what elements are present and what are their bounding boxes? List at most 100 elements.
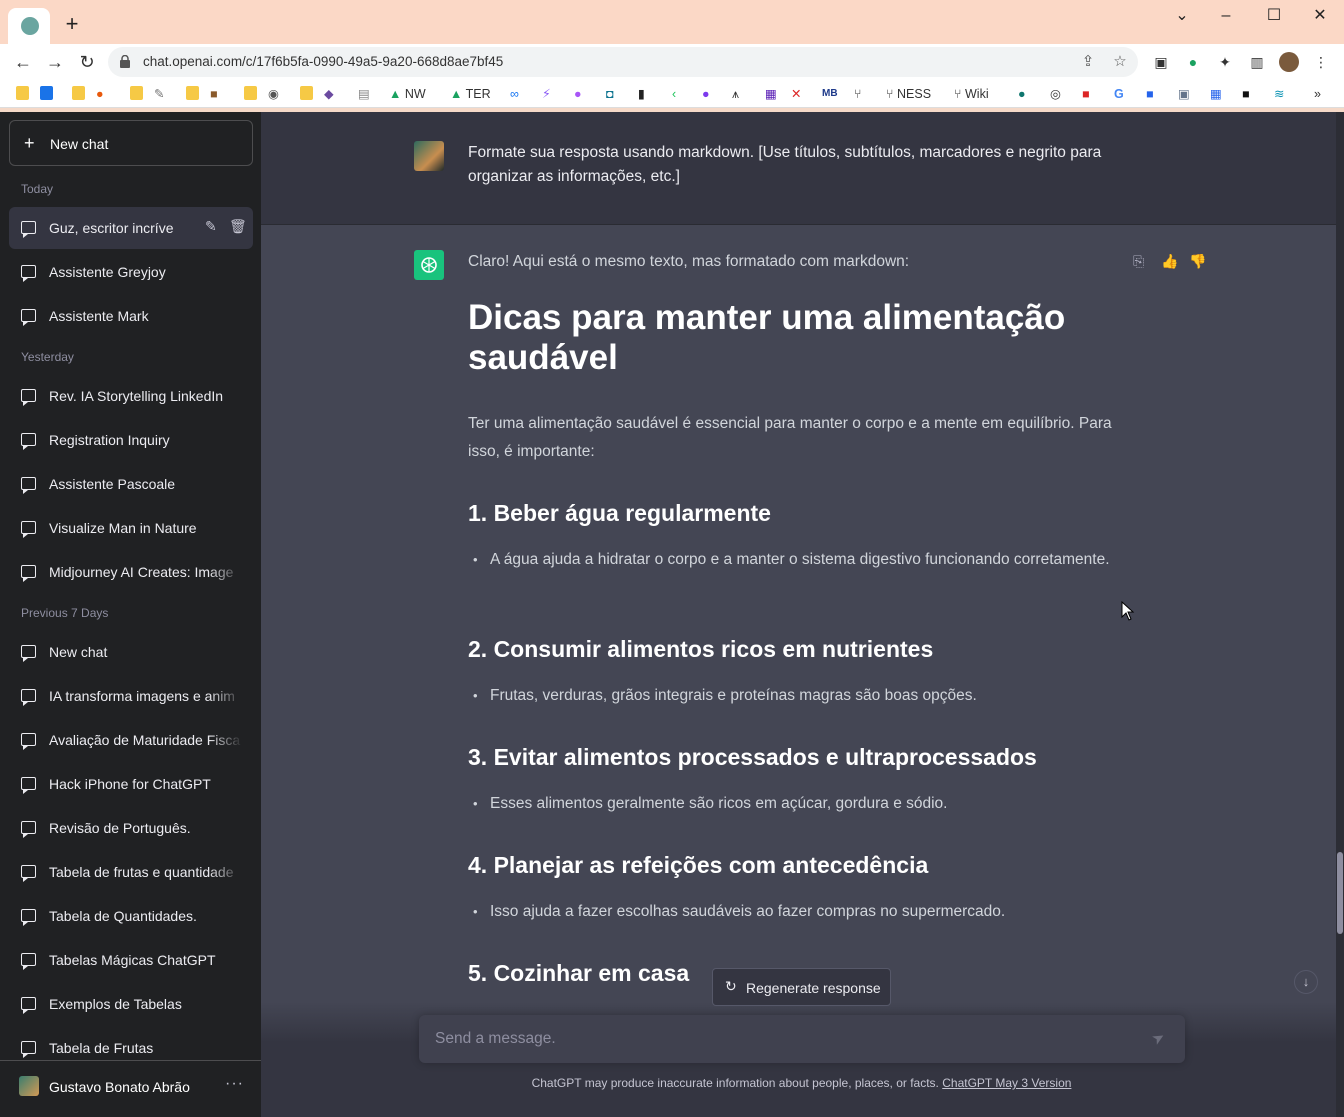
bookmark-folder-icon[interactable] (244, 85, 257, 103)
chat-item[interactable]: Tabela de Quantidades. (9, 895, 253, 937)
bookmark-blue-icon[interactable] (40, 85, 53, 103)
chat-item[interactable]: Revisão de Português. (9, 807, 253, 849)
bookmark-google-icon[interactable]: G (1114, 85, 1124, 103)
bookmark-x-icon[interactable]: ✕ (791, 85, 801, 103)
new-chat-button[interactable]: + New chat (9, 120, 253, 166)
bookmark-red-icon[interactable]: ■ (1082, 85, 1090, 103)
bookmark-n-icon[interactable]: ▮ (638, 85, 645, 103)
regenerate-response-button[interactable]: ↻ Regenerate response (712, 968, 891, 1006)
bookmark-list-icon[interactable]: ▦ (765, 85, 777, 103)
reload-button[interactable]: ↻ (75, 50, 99, 74)
chat-item[interactable]: Exemplos de Tabelas (9, 983, 253, 1025)
thumbs-up-icon[interactable]: 👍 (1161, 253, 1178, 270)
bookmark-folder-icon[interactable] (186, 85, 199, 103)
more-bookmarks-icon[interactable]: » (1314, 85, 1321, 103)
footer-disclaimer: ChatGPT may produce inaccurate informati… (531, 1076, 1072, 1090)
share-icon[interactable]: ⇪ (1078, 52, 1098, 72)
bookmark-folder-icon[interactable] (130, 85, 143, 103)
bookmark-app-icon[interactable]: ■ (1146, 85, 1154, 103)
chat-item[interactable]: Assistente Greyjoy (9, 251, 253, 293)
bookmark-wand-icon[interactable]: ⚡ (542, 85, 551, 103)
bookmark-ter[interactable]: ▲ TER (450, 85, 491, 103)
bookmark-orb-icon[interactable]: ● (574, 85, 582, 103)
bookmark-meta-icon[interactable]: ∞ (510, 85, 519, 103)
chat-item[interactable]: Hack iPhone for ChatGPT (9, 763, 253, 805)
bookmark-ghost-icon[interactable]: ◎ (1050, 85, 1061, 103)
bookmark-bubble-icon[interactable]: ● (702, 85, 710, 103)
chat-item[interactable]: Midjourney AI Creates: Image (9, 551, 253, 593)
bookmark-folder-icon[interactable] (72, 85, 85, 103)
chat-item-label: Guz, escritor incrível. (49, 220, 174, 236)
chat-item[interactable]: Visualize Man in Nature (9, 507, 253, 549)
bookmark-nw[interactable]: ▲ NW (389, 85, 426, 103)
lock-icon (120, 55, 130, 68)
chat-item[interactable]: New chat (9, 631, 253, 673)
bookmark-folder-icon[interactable] (16, 85, 29, 103)
bookmark-circle-icon[interactable]: ● (1018, 85, 1026, 103)
trash-icon[interactable]: 🗑 (229, 218, 247, 235)
extensions-puzzle-icon[interactable]: ✦ (1215, 52, 1235, 72)
bookmark-mb-icon[interactable]: MB (822, 85, 838, 103)
bookmark-people-icon[interactable]: ◆ (324, 85, 334, 103)
profile-avatar[interactable] (1279, 52, 1299, 72)
bookmark-robot-icon[interactable]: ◉ (268, 85, 279, 103)
bookmark-briefcase-icon[interactable]: ■ (210, 85, 218, 103)
chat-item-label: Registration Inquiry (49, 432, 170, 448)
back-button[interactable]: ← (11, 50, 35, 74)
scrollbar-thumb[interactable] (1337, 852, 1343, 934)
bookmark-save-icon[interactable]: ▣ (1178, 85, 1190, 103)
chat-item[interactable]: Guz, escritor incrível. ✎ 🗑 (9, 207, 253, 249)
browser-toolbar: ← → ↻ chat.openai.com/c/17f6b5fa-0990-49… (0, 44, 1344, 80)
bookmark-calendar-icon[interactable]: ▦ (1210, 85, 1222, 103)
close-window-button[interactable]: ✕ (1297, 4, 1343, 28)
bookmark-wave-icon[interactable]: ≋ (1274, 85, 1284, 103)
chat-item[interactable]: Assistente Pascoale (9, 463, 253, 505)
address-bar[interactable]: chat.openai.com/c/17f6b5fa-0990-49a5-9a2… (108, 47, 1138, 77)
chat-bubble-icon (21, 389, 36, 406)
bookmark-tool-icon[interactable]: ✎ (154, 85, 164, 103)
bookmark-star-icon[interactable]: ☆ (1110, 52, 1130, 72)
copy-icon[interactable]: ⎘ (1133, 253, 1144, 270)
chat-item[interactable]: Rev. IA Storytelling LinkedIn (9, 375, 253, 417)
scrollbar[interactable] (1336, 112, 1344, 1117)
bookmark-wiki[interactable]: ⑂ Wiki (954, 85, 989, 103)
chat-bubble-icon (21, 997, 36, 1014)
send-icon[interactable]: ➤ (1148, 1027, 1168, 1049)
bookmark-e-icon[interactable]: ■ (1242, 85, 1250, 103)
edit-icon[interactable]: ✎ (205, 218, 217, 235)
chat-item-label: Visualize Man in Nature (49, 520, 197, 536)
more-options-icon[interactable]: ··· (225, 1075, 244, 1093)
scroll-to-bottom-button[interactable]: ↓ (1294, 970, 1318, 994)
forward-button[interactable]: → (43, 50, 67, 74)
chat-bubble-icon (21, 865, 36, 882)
new-tab-button[interactable]: + (60, 12, 84, 36)
chat-item[interactable]: Avaliação de Maturidade Fisca (9, 719, 253, 761)
tab-search-chevron-icon[interactable]: ⌄ (1159, 4, 1205, 28)
chat-item[interactable]: Assistente Mark (9, 295, 253, 337)
chat-item[interactable]: Tabelas Mágicas ChatGPT (9, 939, 253, 981)
bookmark-pulse-icon[interactable]: ⩚ (732, 85, 739, 103)
minimize-button[interactable]: – (1203, 4, 1249, 28)
maximize-button[interactable]: ☐ (1251, 4, 1297, 28)
picture-in-picture-icon[interactable]: ▣ (1151, 52, 1171, 72)
browser-menu-icon[interactable]: ⋮ (1311, 52, 1331, 72)
bookmark-chevron-icon[interactable]: ‹ (672, 85, 676, 103)
chat-bubble-icon (21, 689, 36, 706)
browser-tab[interactable] (8, 8, 50, 44)
version-link[interactable]: ChatGPT May 3 Version (942, 1076, 1071, 1090)
bookmark-doc-icon[interactable]: ▤ (358, 85, 370, 103)
bookmark-fire-icon[interactable]: ● (96, 85, 104, 103)
chat-bubble-icon (21, 1041, 36, 1058)
bookmark-chat-icon[interactable]: ◘ (606, 85, 614, 103)
chat-item[interactable]: Registration Inquiry (9, 419, 253, 461)
chat-item[interactable]: IA transforma imagens e anim (9, 675, 253, 717)
bookmark-branch-icon[interactable]: ⑂ (854, 85, 862, 103)
user-menu[interactable]: Gustavo Bonato Abrão ··· (0, 1060, 261, 1117)
chat-item[interactable]: Tabela de frutas e quantidade (9, 851, 253, 893)
bookmark-folder-icon[interactable] (300, 85, 313, 103)
side-panel-icon[interactable]: ▥ (1247, 52, 1267, 72)
bookmark-ness[interactable]: ⑂ NESS (886, 85, 931, 103)
extension-quote-icon[interactable]: ● (1183, 52, 1203, 72)
message-input[interactable]: Send a message. ➤ (419, 1015, 1185, 1063)
thumbs-down-icon[interactable]: 👎 (1189, 253, 1206, 270)
